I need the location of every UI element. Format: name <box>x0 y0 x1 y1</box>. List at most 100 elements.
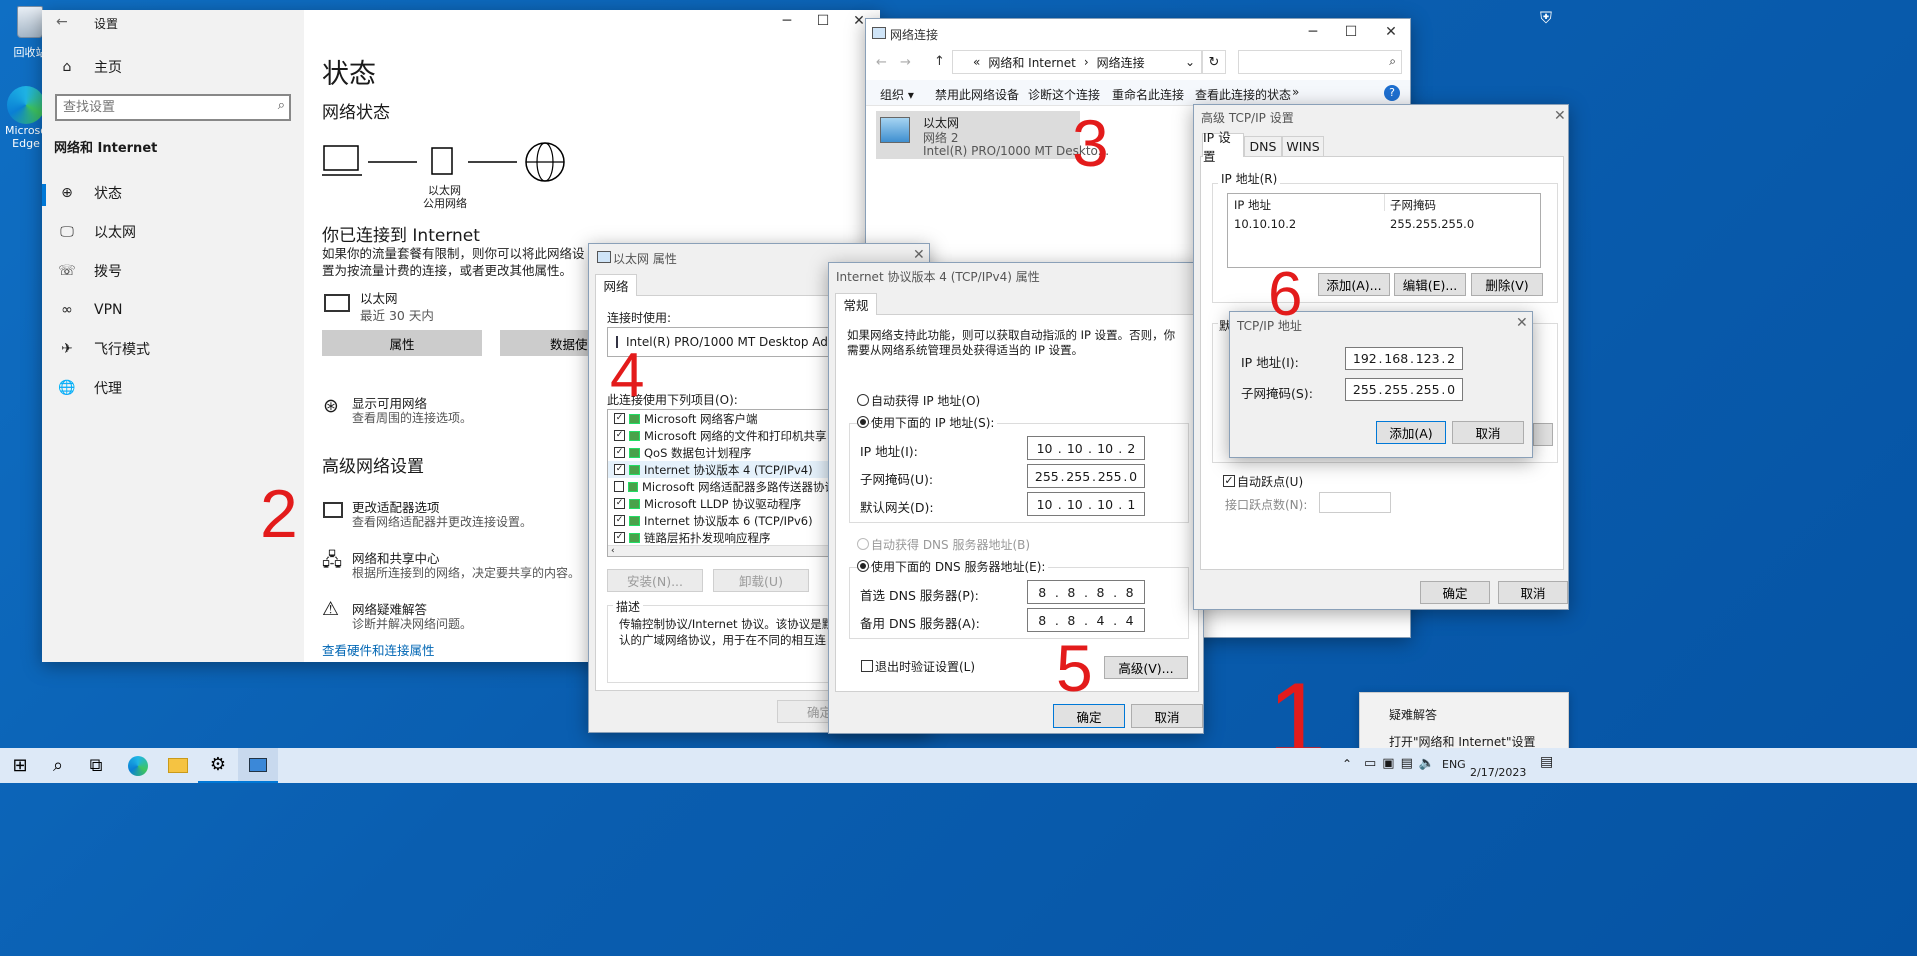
advanced-button[interactable]: 高级(V)... <box>1104 656 1188 679</box>
nav-up-icon[interactable]: ↑ <box>934 54 945 69</box>
component-checkbox[interactable]: ✓ <box>614 430 625 441</box>
back-icon[interactable]: ← <box>56 14 68 30</box>
properties-button[interactable]: 属性 <box>322 330 482 356</box>
component-item[interactable]: ✓ Microsoft LLDP 协议驱动程序 <box>608 495 836 512</box>
edge-taskbar-icon[interactable] <box>118 748 158 783</box>
component-item[interactable]: ✓ Internet 协议版本 6 (TCP/IPv6) <box>608 512 836 529</box>
component-checkbox[interactable]: ✓ <box>614 413 625 424</box>
netconn-close[interactable]: ✕ <box>1368 19 1410 47</box>
desktop-corner-icon[interactable]: ⛨ <box>1540 8 1552 28</box>
validate-checkbox[interactable] <box>861 660 873 672</box>
gateway-input[interactable]: 10. 10. 10. 1 <box>1027 492 1145 516</box>
install-button[interactable]: 安装(N)... <box>607 569 703 592</box>
tab-network[interactable]: 网络 <box>595 274 637 296</box>
start-windows-icon[interactable]: ⊞ <box>0 748 40 783</box>
ip-delete-button[interactable]: 删除(V) <box>1471 273 1543 296</box>
nav-airplane[interactable]: ✈ 飞行模式 <box>54 330 150 368</box>
advtcp-close[interactable]: ✕ <box>1554 108 1566 124</box>
tab-general[interactable]: 常规 <box>835 293 877 315</box>
use-dns-radio[interactable] <box>857 560 869 572</box>
auto-ip-radio[interactable] <box>857 394 869 406</box>
alternate-dns-input[interactable]: 8.8.4.4 <box>1027 608 1145 632</box>
cmd-rename[interactable]: 重命名此连接 <box>1112 86 1184 103</box>
auto-metric-checkbox[interactable]: ✓ <box>1223 475 1235 487</box>
nav-dialup[interactable]: ☏ 拨号 <box>54 252 122 290</box>
component-item[interactable]: ✓ Microsoft 网络客户端 <box>608 410 836 427</box>
cmd-diagnose[interactable]: 诊断这个连接 <box>1028 86 1100 103</box>
component-item[interactable]: Microsoft 网络适配器多路传送器协议 <box>608 478 836 495</box>
nav-proxy[interactable]: 🌐 代理 <box>54 369 122 407</box>
tcpaddr-close[interactable]: ✕ <box>1516 315 1528 331</box>
auto-dns-radio[interactable] <box>857 538 869 550</box>
component-checkbox[interactable]: ✓ <box>614 464 625 475</box>
gateway-edit-button-partial[interactable] <box>1533 423 1553 446</box>
nav-status[interactable]: ⊕ 状态 <box>54 174 122 212</box>
settings-gear-icon[interactable]: ⚙ <box>198 748 238 783</box>
tcpaddr-ip-input[interactable]: 192. 168. 123. 2 <box>1345 347 1463 370</box>
adapter-item[interactable]: 以太网 网络 2 Intel(R) PRO/1000 MT Deskto... <box>876 111 1109 159</box>
settings-search[interactable]: ⌕ <box>55 94 291 121</box>
ipv4-ok-button[interactable]: 确定 <box>1053 704 1125 728</box>
tray-icons[interactable]: ▭▣▤🔈 <box>1364 756 1441 771</box>
component-label: Internet 协议版本 4 (TCP/IPv4) <box>644 462 813 477</box>
use-ip-radio[interactable] <box>857 416 869 428</box>
tab-wins[interactable]: WINS <box>1282 136 1324 156</box>
control-panel-icon[interactable] <box>238 748 278 783</box>
eth-dialog-close[interactable]: ✕ <box>913 247 925 263</box>
tcpaddr-cancel-button[interactable]: 取消 <box>1452 421 1524 444</box>
metric-input[interactable] <box>1319 492 1391 513</box>
chevron-down-icon[interactable]: ⌄ <box>1185 55 1195 69</box>
ip-add-button[interactable]: 添加(A)... <box>1318 273 1390 296</box>
settings-home[interactable]: ⌂ 主页 <box>54 48 122 86</box>
ip-address-input[interactable]: 10. 10. 10. 2 <box>1027 436 1145 460</box>
row-mask-value[interactable]: 255.255.255.0 <box>1390 217 1474 231</box>
breadcrumb-connections[interactable]: 网络连接 <box>1097 54 1145 71</box>
tray-chevron-icon[interactable]: ⌃ <box>1342 757 1352 771</box>
cmd-status[interactable]: 查看此连接的状态 <box>1195 86 1291 103</box>
hardware-link[interactable]: 查看硬件和连接属性 <box>322 640 435 659</box>
ip-edit-button[interactable]: 编辑(E)... <box>1394 273 1466 296</box>
cmd-more[interactable]: » <box>1292 85 1299 99</box>
component-checkbox[interactable]: ✓ <box>614 447 625 458</box>
explorer-search[interactable]: ⌕ <box>1238 50 1402 74</box>
breadcrumb-network[interactable]: 网络和 Internet <box>988 54 1075 71</box>
help-icon[interactable]: ? <box>1384 85 1400 101</box>
component-checkbox[interactable] <box>614 481 624 492</box>
address-bar[interactable]: « 网络和 Internet › 网络连接 ⌄ <box>952 50 1202 74</box>
component-item[interactable]: ✓ 链路层拓扑发现响应程序 <box>608 529 836 546</box>
component-checkbox[interactable]: ✓ <box>614 532 625 543</box>
taskbar-date[interactable]: 2/17/2023 <box>1470 766 1526 779</box>
nav-back-icon[interactable]: ← <box>876 55 887 70</box>
task-view-icon[interactable]: ⧉ <box>76 748 116 783</box>
component-checkbox[interactable]: ✓ <box>614 498 625 509</box>
nav-vpn[interactable]: ∞ VPN <box>54 291 122 329</box>
menu-troubleshoot[interactable]: 疑难解答 <box>1389 706 1437 723</box>
notifications-icon[interactable]: ▤ <box>1540 754 1553 770</box>
refresh-icon[interactable]: ↻ <box>1202 50 1226 74</box>
uninstall-button[interactable]: 卸载(U) <box>713 569 809 592</box>
tcpaddr-mask-input[interactable]: 255. 255. 255. 0 <box>1345 378 1463 401</box>
advtcp-ok-button[interactable]: 确定 <box>1420 581 1490 604</box>
subnet-mask-input[interactable]: 255. 255. 255. 0 <box>1027 464 1145 488</box>
ipv4-cancel-button[interactable]: 取消 <box>1131 704 1203 728</box>
description-label: 描述 <box>613 598 644 615</box>
component-item[interactable]: ✓ Internet 协议版本 4 (TCP/IPv4) <box>608 461 836 478</box>
settings-search-input[interactable] <box>57 96 257 118</box>
preferred-dns-input[interactable]: 8.8.8.8 <box>1027 580 1145 604</box>
search-icon[interactable]: ⌕ <box>38 748 78 783</box>
cmd-organize[interactable]: 组织 ▾ <box>880 86 914 103</box>
language-indicator[interactable]: ENG <box>1442 758 1466 771</box>
list-hscroll[interactable]: ‹ <box>608 545 836 556</box>
component-checkbox[interactable]: ✓ <box>614 515 625 526</box>
nav-forward-icon[interactable]: → <box>900 55 911 70</box>
advtcp-cancel-button[interactable]: 取消 <box>1498 581 1568 604</box>
component-item[interactable]: ✓ QoS 数据包计划程序 <box>608 444 836 461</box>
tab-dns[interactable]: DNS <box>1244 136 1282 156</box>
component-item[interactable]: ✓ Microsoft 网络的文件和打印机共享 <box>608 427 836 444</box>
tcpaddr-add-button[interactable]: 添加(A) <box>1376 421 1446 444</box>
nav-ethernet[interactable]: 🖵 以太网 <box>54 213 136 251</box>
file-explorer-icon[interactable] <box>158 748 198 783</box>
cmd-disable[interactable]: 禁用此网络设备 <box>935 86 1019 103</box>
tab-ip-settings[interactable]: IP 设置 <box>1202 130 1244 164</box>
row-ip-value[interactable]: 10.10.10.2 <box>1234 217 1296 231</box>
